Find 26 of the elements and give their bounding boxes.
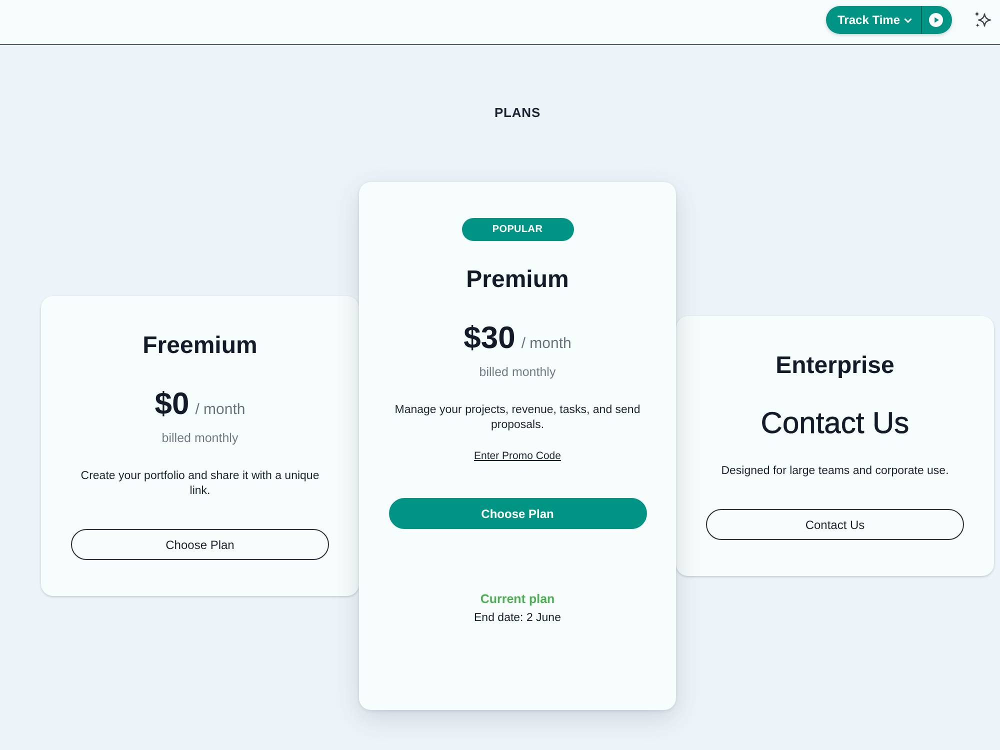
plan-price: $0 (154, 385, 190, 423)
play-icon (929, 13, 943, 27)
current-plan-label: Current plan (480, 591, 555, 607)
start-timer-button[interactable] (921, 6, 952, 34)
caret-icon (904, 18, 912, 22)
plan-price: Contact Us (760, 406, 910, 442)
plan-name: Enterprise (776, 351, 894, 381)
billing-note: billed monthly (479, 364, 556, 381)
plan-end-date: End date: 2 June (474, 611, 561, 626)
plan-description: Manage your projects, revenue, tasks, and send proposals. (394, 403, 642, 433)
choose-plan-button[interactable]: Contact Us (706, 509, 964, 540)
page-title: PLANS (493, 105, 542, 121)
price-period: / month (195, 401, 246, 418)
plan-description: Designed for large teams and corporate use. (721, 464, 949, 479)
price-period: / month (521, 335, 572, 352)
track-time-button[interactable]: Track Time (826, 6, 921, 34)
billing-note: billed monthly (162, 430, 238, 447)
popular-badge: POPULAR (462, 218, 574, 241)
plan-name: Freemium (142, 331, 258, 361)
choose-plan-button[interactable]: Choose Plan (388, 498, 646, 529)
plan-description: Create your portfolio and share it with a unique link. (80, 469, 320, 499)
sparkle-icon[interactable] (974, 11, 991, 28)
choose-plan-button[interactable]: Choose Plan (71, 529, 329, 560)
promo-code-link[interactable]: Enter Promo Code (474, 448, 561, 464)
plan-name: Premium (466, 265, 569, 295)
plan-price: $30 (464, 319, 516, 357)
